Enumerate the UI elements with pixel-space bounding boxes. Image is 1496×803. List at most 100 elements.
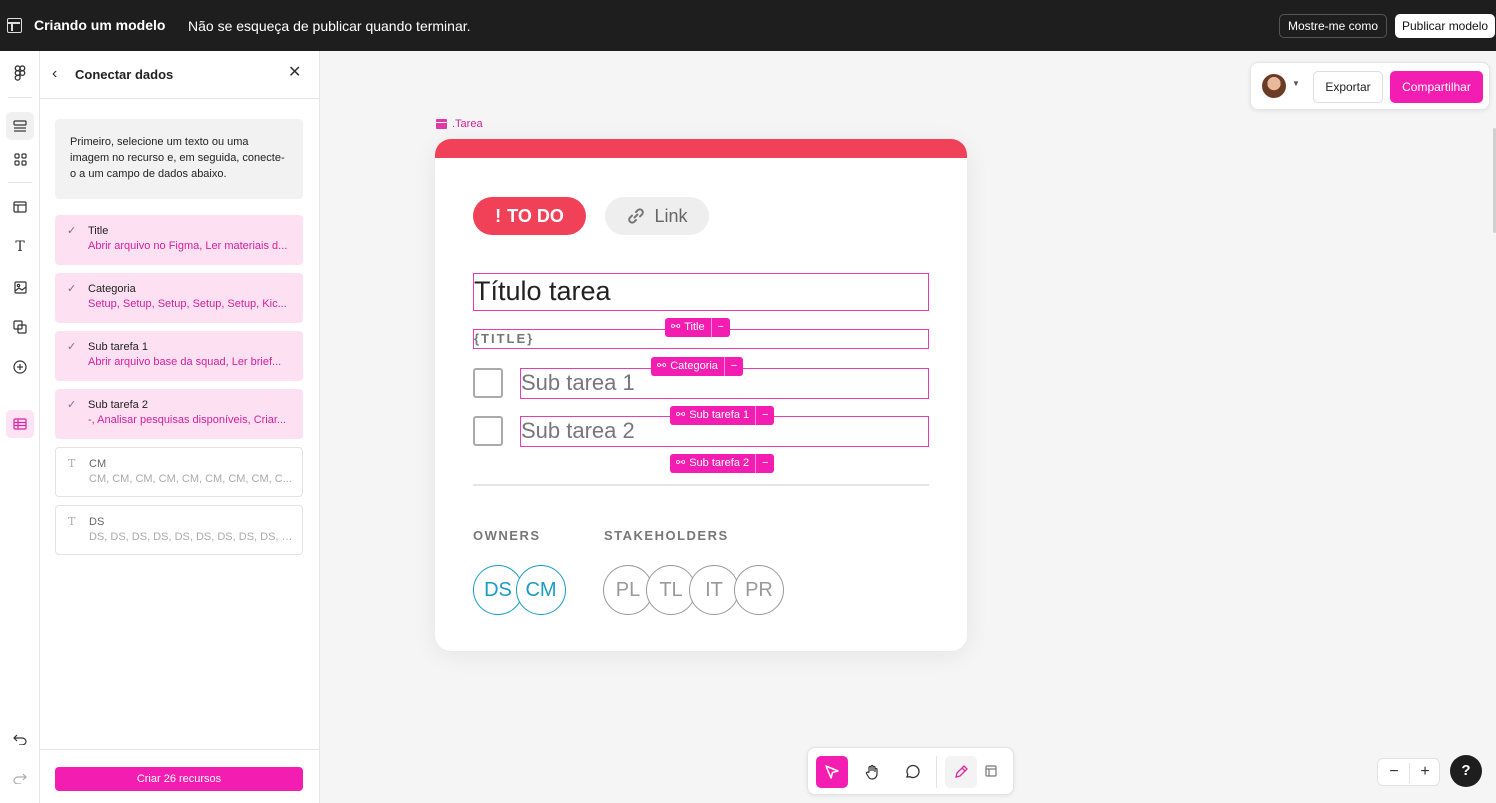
field-values: CM, CM, CM, CM, CM, CM, CM, CM, C... <box>89 473 292 485</box>
link-label: Link <box>654 205 688 226</box>
link-button[interactable]: Link <box>605 197 709 235</box>
data-field-sub-tarefa-1[interactable]: ✓ Sub tarefa 1 Abrir arquivo base da squ… <box>55 331 303 381</box>
connect-data-panel: ‹ Conectar dados ✕ Primeiro, selecione u… <box>40 51 320 803</box>
field-values: Abrir arquivo no Figma, Ler materiais d.… <box>88 240 288 252</box>
panel-footer: Criar 26 recursos <box>40 749 319 803</box>
task-card[interactable]: ! TO DO Link Título tarea {TITLE} Sub ta… <box>435 139 967 651</box>
unlink-button[interactable]: − <box>710 318 730 337</box>
publish-reminder: Não se esqueça de publicar quando termin… <box>188 18 471 34</box>
help-button[interactable]: ? <box>1450 755 1482 787</box>
move-tool-icon[interactable] <box>816 756 848 788</box>
binding-tag-sub-tarefa-2[interactable]: ⚯ Sub tarefa 2 − <box>670 454 775 473</box>
card-title[interactable]: Título tarea <box>473 273 929 311</box>
binding-tag-title[interactable]: ⚯ Title − <box>665 318 730 337</box>
field-values: -, Analisar pesquisas disponíveis, Criar… <box>88 414 287 426</box>
data-field-ds[interactable]: T DS DS, DS, DS, DS, DS, DS, DS, DS, DS,… <box>55 505 303 555</box>
check-icon: ✓ <box>67 225 77 237</box>
component-icon <box>436 119 447 129</box>
status-label: TO DO <box>507 205 564 226</box>
chevron-down-icon[interactable]: ▼ <box>1292 79 1300 88</box>
link-icon <box>628 208 645 224</box>
zoom-out-button[interactable]: − <box>1379 763 1409 781</box>
unlink-button[interactable]: − <box>755 406 775 425</box>
layers-icon[interactable] <box>6 112 34 140</box>
field-values: Setup, Setup, Setup, Setup, Setup, Kic..… <box>88 298 287 310</box>
template-icon[interactable] <box>6 193 34 221</box>
owners-label: OWNERS <box>473 528 541 543</box>
data-field-title[interactable]: ✓ Title Abrir arquivo no Figma, Ler mate… <box>55 215 303 265</box>
user-avatar[interactable] <box>1262 74 1286 98</box>
check-icon: ✓ <box>67 283 77 295</box>
text-icon[interactable]: T <box>6 233 34 261</box>
undo-icon[interactable] <box>6 725 34 753</box>
binding-tag-sub-tarefa-1[interactable]: ⚯ Sub tarefa 1 − <box>670 406 775 425</box>
image-icon[interactable] <box>6 273 34 301</box>
bottom-toolbar <box>807 747 1014 795</box>
check-icon: ✓ <box>67 341 77 353</box>
field-name: Sub tarefa 2 <box>88 399 148 411</box>
create-resources-button[interactable]: Criar 26 recursos <box>55 767 303 791</box>
app-title: Criando um modelo <box>34 17 166 33</box>
figma-logo-icon[interactable] <box>6 59 34 87</box>
left-toolbar: T <box>0 51 40 803</box>
binding-tag-categoria[interactable]: ⚯ Categoria − <box>651 357 743 376</box>
tag-label: Categoria <box>670 360 718 372</box>
stakeholder-avatar[interactable]: IT <box>689 565 739 615</box>
edit-mode-icon[interactable] <box>945 756 977 788</box>
show-me-button[interactable]: Mostre-me como <box>1279 14 1388 38</box>
hand-tool-icon[interactable] <box>856 756 888 788</box>
export-button[interactable]: Exportar <box>1313 71 1383 103</box>
stakeholder-avatar[interactable]: PR <box>734 565 784 615</box>
text-type-icon: T <box>68 515 76 528</box>
link-icon: ⚯ <box>676 457 686 469</box>
assets-icon[interactable] <box>6 145 34 173</box>
card-top-bar <box>435 139 967 158</box>
close-icon[interactable]: ✕ <box>288 65 301 81</box>
plugins-icon[interactable] <box>6 353 34 381</box>
zoom-in-button[interactable]: + <box>1410 763 1440 781</box>
share-button[interactable]: Compartilhar <box>1390 71 1483 103</box>
field-name: Title <box>88 225 109 237</box>
top-bar: Criando um modelo Não se esqueça de publ… <box>0 0 1496 51</box>
zoom-controls: − + <box>1377 758 1440 786</box>
tag-label: Sub tarefa 2 <box>689 457 750 469</box>
dev-mode-icon[interactable] <box>976 756 1008 788</box>
link-icon: ⚯ <box>671 321 681 333</box>
stakeholders-label: STAKEHOLDERS <box>604 528 729 543</box>
owner-avatar[interactable]: CM <box>516 565 566 615</box>
redo-icon[interactable] <box>6 764 34 792</box>
field-values: Abrir arquivo base da squad, Ler brief..… <box>88 356 282 368</box>
toolbar-divider <box>936 756 937 788</box>
comment-tool-icon[interactable] <box>896 756 928 788</box>
share-box: ▼ Exportar Compartilhar <box>1250 62 1490 110</box>
back-arrow-icon[interactable]: ‹ <box>52 66 66 82</box>
tag-label: Title <box>684 321 705 333</box>
panel-title: Conectar dados <box>75 67 174 82</box>
status-badge[interactable]: ! TO DO <box>473 197 586 235</box>
data-field-cm[interactable]: T CM CM, CM, CM, CM, CM, CM, CM, CM, C..… <box>55 447 303 497</box>
link-icon: ⚯ <box>657 360 667 372</box>
data-field-categoria[interactable]: ✓ Categoria Setup, Setup, Setup, Setup, … <box>55 273 303 323</box>
data-table-icon[interactable] <box>6 410 34 438</box>
toolbar-divider <box>8 182 32 183</box>
shapes-icon[interactable] <box>6 313 34 341</box>
exclamation-icon: ! <box>495 205 502 226</box>
toolbar-divider <box>8 97 32 98</box>
data-field-sub-tarefa-2[interactable]: ✓ Sub tarefa 2 -, Analisar pesquisas dis… <box>55 389 303 439</box>
field-name: Sub tarefa 1 <box>88 341 148 353</box>
field-values: DS, DS, DS, DS, DS, DS, DS, DS, DS, D... <box>89 531 294 543</box>
instructions-box: Primeiro, selecione um texto ou uma imag… <box>55 119 303 199</box>
check-icon: ✓ <box>67 399 77 411</box>
unlink-button[interactable]: − <box>755 454 775 473</box>
unlink-button[interactable]: − <box>723 357 743 376</box>
field-name: CM <box>89 458 107 470</box>
layout-icon[interactable] <box>7 18 22 33</box>
subtask-2-checkbox[interactable] <box>473 416 503 446</box>
panel-header: ‹ Conectar dados ✕ <box>40 51 319 99</box>
field-name: DS <box>89 516 105 528</box>
subtask-1-checkbox[interactable] <box>473 368 503 398</box>
component-label[interactable]: .Tarea <box>436 118 483 130</box>
publish-template-button[interactable]: Publicar modelo <box>1395 14 1496 38</box>
text-type-icon: T <box>68 457 76 470</box>
field-name: Categoria <box>88 283 136 295</box>
